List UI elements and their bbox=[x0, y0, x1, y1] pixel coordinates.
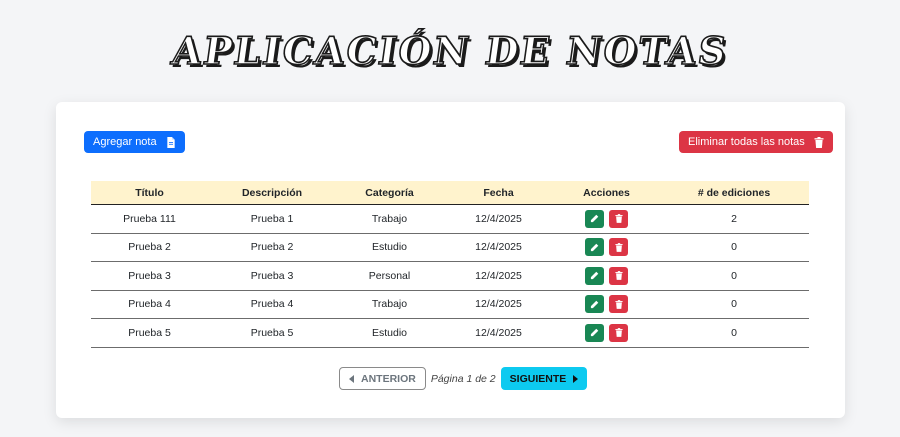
cell-category: Trabajo bbox=[371, 212, 408, 225]
edit-note-button[interactable] bbox=[585, 238, 604, 257]
caret-left-icon bbox=[349, 374, 354, 383]
delete-all-label: Eliminar todas las notas bbox=[688, 136, 805, 148]
delete-note-button[interactable] bbox=[609, 209, 628, 228]
trash-icon bbox=[814, 136, 824, 148]
cell-category: Estudio bbox=[371, 241, 408, 254]
next-page-label: SIGUIENTE bbox=[509, 372, 567, 385]
cell-edit-count: 0 bbox=[731, 241, 737, 254]
previous-page-label: ANTERIOR bbox=[361, 372, 416, 385]
cell-description: Prueba 4 bbox=[250, 298, 294, 311]
cell-edit-count: 0 bbox=[731, 326, 737, 339]
cell-title: Prueba 2 bbox=[128, 241, 171, 254]
cell-edit-count: 2 bbox=[731, 212, 737, 225]
table-row: Prueba 5 Prueba 5 Estudio 12/4/2025 0 bbox=[91, 319, 809, 348]
edit-note-button[interactable] bbox=[585, 323, 604, 342]
pencil-icon bbox=[590, 328, 599, 337]
cell-description: Prueba 2 bbox=[250, 241, 294, 254]
trash-icon bbox=[614, 214, 623, 224]
header-edit-count: # de ediciones bbox=[697, 186, 771, 199]
cell-actions bbox=[554, 295, 659, 314]
cell-date: 12/4/2025 bbox=[475, 326, 522, 339]
cell-actions bbox=[554, 266, 659, 285]
cell-title: Prueba 4 bbox=[128, 298, 171, 311]
cell-title: Prueba 111 bbox=[123, 212, 176, 225]
table-header-row: Título Descripción Categoría Fecha Accio… bbox=[91, 181, 809, 205]
table-row: Prueba 3 Prueba 3 Personal 12/4/2025 0 bbox=[91, 262, 809, 291]
pagination: ANTERIOR Página 1 de 2 SIGUIENTE bbox=[339, 367, 588, 390]
cell-date: 12/4/2025 bbox=[475, 241, 522, 254]
delete-all-notes-button[interactable]: Eliminar todas las notas bbox=[679, 131, 833, 153]
header-category: Categoría bbox=[365, 186, 414, 199]
pencil-icon bbox=[590, 214, 599, 223]
cell-edit-count: 0 bbox=[731, 298, 737, 311]
table-row: Prueba 2 Prueba 2 Estudio 12/4/2025 0 bbox=[91, 234, 809, 262]
trash-icon bbox=[614, 328, 623, 338]
cell-actions bbox=[554, 209, 659, 228]
table-row: Prueba 4 Prueba 4 Trabajo 12/4/2025 0 bbox=[91, 291, 809, 319]
cell-description: Prueba 1 bbox=[250, 212, 294, 225]
table-row: Prueba 111 Prueba 1 Trabajo 12/4/2025 2 bbox=[91, 205, 809, 234]
delete-note-button[interactable] bbox=[609, 238, 628, 257]
edit-note-button[interactable] bbox=[585, 209, 604, 228]
cell-description: Prueba 5 bbox=[250, 326, 294, 339]
delete-note-button[interactable] bbox=[609, 295, 628, 314]
caret-right-icon bbox=[573, 374, 579, 383]
edit-note-button[interactable] bbox=[585, 266, 604, 285]
trash-icon bbox=[614, 242, 623, 252]
header-date: Fecha bbox=[483, 186, 514, 199]
cell-category: Trabajo bbox=[371, 298, 408, 311]
cell-actions bbox=[554, 323, 659, 342]
pencil-icon bbox=[590, 271, 599, 280]
add-note-button[interactable]: Agregar nota bbox=[84, 131, 185, 153]
pencil-icon bbox=[590, 243, 599, 251]
cell-actions bbox=[554, 238, 659, 257]
trash-icon bbox=[614, 299, 623, 309]
header-title: Título bbox=[135, 186, 164, 199]
trash-icon bbox=[614, 271, 623, 281]
delete-note-button[interactable] bbox=[609, 323, 628, 342]
cell-title: Prueba 5 bbox=[128, 326, 171, 339]
cell-edit-count: 0 bbox=[731, 269, 737, 282]
page-info: Página 1 de 2 bbox=[430, 372, 496, 385]
previous-page-button[interactable]: ANTERIOR bbox=[339, 367, 426, 390]
notes-table: Título Descripción Categoría Fecha Accio… bbox=[91, 181, 809, 348]
cell-title: Prueba 3 bbox=[128, 269, 171, 282]
cell-date: 12/4/2025 bbox=[475, 298, 522, 311]
cell-date: 12/4/2025 bbox=[475, 269, 522, 282]
header-description: Descripción bbox=[241, 186, 303, 199]
pencil-icon bbox=[590, 300, 599, 308]
file-icon bbox=[166, 136, 175, 148]
notes-card: Agregar nota Eliminar todas las notas Tí… bbox=[56, 102, 845, 418]
header-actions: Acciones bbox=[583, 186, 630, 199]
cell-description: Prueba 3 bbox=[250, 269, 294, 282]
cell-category: Personal bbox=[368, 269, 411, 282]
app-title: APLICACIÓN DE NOTAS bbox=[168, 27, 731, 74]
edit-note-button[interactable] bbox=[585, 295, 604, 314]
next-page-button[interactable]: SIGUIENTE bbox=[500, 367, 588, 390]
delete-note-button[interactable] bbox=[609, 266, 628, 285]
add-note-label: Agregar nota bbox=[93, 136, 157, 148]
cell-category: Estudio bbox=[371, 326, 408, 339]
cell-date: 12/4/2025 bbox=[475, 212, 522, 225]
